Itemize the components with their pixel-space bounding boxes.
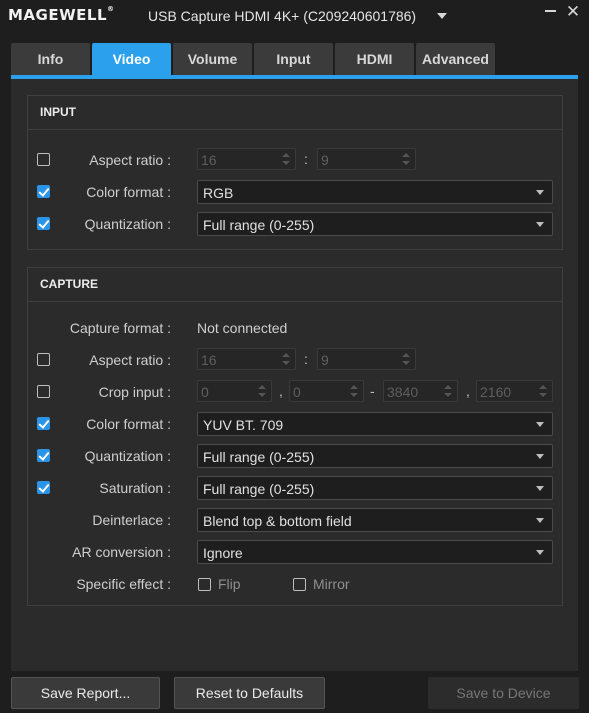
tab-info[interactable]: Info — [11, 43, 90, 75]
dropdown-arrow-icon — [536, 486, 544, 491]
tab-hdmi[interactable]: HDMI — [335, 43, 414, 75]
dropdown-arrow-icon — [536, 222, 544, 227]
close-icon[interactable]: ✕ — [564, 3, 582, 21]
ratio-separator: : — [304, 151, 308, 167]
saturation-checkbox[interactable] — [37, 481, 50, 494]
input-aspect-ratio-row: Aspect ratio : 16 : 9 — [28, 148, 564, 172]
tab-volume[interactable]: Volume — [173, 43, 252, 75]
capture-format-row: Capture format : Not connected — [28, 316, 564, 340]
reset-to-defaults-button[interactable]: Reset to Defaults — [174, 677, 325, 709]
tab-advanced[interactable]: Advanced — [416, 43, 495, 75]
input-aspect-ratio-checkbox[interactable] — [37, 153, 50, 166]
capture-color-format-row: Color format : YUV BT. 709 — [28, 412, 564, 436]
spin-up-icon — [539, 385, 547, 389]
settings-window: MAGEWELL® USB Capture HDMI 4K+ (C2092406… — [0, 0, 589, 713]
crop-x-spinbox[interactable]: 0 — [197, 380, 272, 402]
spin-down-icon — [539, 393, 547, 397]
input-aspect-height-spinbox[interactable]: 9 — [317, 148, 416, 170]
capture-format-value: Not connected — [197, 320, 288, 336]
capture-quantization-label: Quantization : — [84, 448, 171, 464]
input-color-format-checkbox[interactable] — [37, 185, 50, 198]
dropdown-arrow-icon — [536, 454, 544, 459]
ratio-separator: : — [304, 351, 308, 367]
capture-aspect-ratio-row: Aspect ratio : 16 : 9 — [28, 348, 564, 372]
page-background — [0, 713, 589, 720]
spin-down-icon — [402, 361, 410, 365]
capture-quantization-checkbox[interactable] — [37, 449, 50, 462]
saturation-select[interactable]: Full range (0-255) — [197, 476, 553, 500]
video-settings-panel: INPUT Aspect ratio : 16 : 9 Color format… — [11, 79, 578, 671]
capture-color-format-select[interactable]: YUV BT. 709 — [197, 412, 553, 436]
crop-separator-comma: , — [279, 383, 283, 399]
spin-up-icon — [444, 385, 452, 389]
capture-aspect-ratio-checkbox[interactable] — [37, 353, 50, 366]
minimize-icon[interactable] — [545, 10, 556, 12]
specific-effect-label: Specific effect : — [76, 576, 171, 592]
input-aspect-width-spinbox[interactable]: 16 — [197, 148, 296, 170]
dropdown-arrow-icon — [536, 550, 544, 555]
ar-conversion-select[interactable]: Ignore — [197, 540, 553, 564]
spin-up-icon — [282, 153, 290, 157]
dropdown-arrow-icon — [536, 422, 544, 427]
crop-height-spinbox[interactable]: 2160 — [476, 380, 553, 402]
spin-down-icon — [444, 393, 452, 397]
save-to-device-button[interactable]: Save to Device — [428, 677, 579, 709]
spin-down-icon — [282, 161, 290, 165]
capture-color-format-label: Color format : — [86, 416, 171, 432]
chevron-down-icon[interactable] — [437, 13, 447, 19]
spin-up-icon — [258, 385, 266, 389]
tab-input[interactable]: Input — [254, 43, 333, 75]
capture-group: CAPTURE Capture format : Not connected A… — [27, 267, 563, 606]
saturation-row: Saturation : Full range (0-255) — [28, 476, 564, 500]
spin-down-icon — [350, 393, 358, 397]
magewell-logo: MAGEWELL® — [8, 5, 115, 24]
deinterlace-label: Deinterlace : — [92, 512, 171, 528]
crop-separator-comma: , — [466, 383, 470, 399]
tab-video[interactable]: Video — [92, 43, 171, 75]
crop-input-label: Crop input : — [98, 384, 171, 400]
capture-format-label: Capture format : — [69, 320, 171, 336]
capture-quantization-row: Quantization : Full range (0-255) — [28, 444, 564, 468]
action-bar: Save Report... Reset to Defaults Save to… — [0, 671, 589, 713]
deinterlace-row: Deinterlace : Blend top & bottom field — [28, 508, 564, 532]
capture-aspect-width-spinbox[interactable]: 16 — [197, 348, 296, 370]
input-quantization-label: Quantization : — [84, 216, 171, 232]
input-group-header: INPUT — [28, 96, 562, 130]
capture-group-header: CAPTURE — [28, 268, 562, 302]
crop-input-checkbox[interactable] — [37, 385, 50, 398]
save-report-button[interactable]: Save Report... — [11, 677, 160, 709]
dropdown-arrow-icon — [536, 190, 544, 195]
dropdown-arrow-icon — [536, 518, 544, 523]
input-quantization-select[interactable]: Full range (0-255) — [197, 212, 553, 236]
deinterlace-select[interactable]: Blend top & bottom field — [197, 508, 553, 532]
ar-conversion-label: AR conversion : — [72, 544, 171, 560]
spin-up-icon — [350, 385, 358, 389]
capture-quantization-select[interactable]: Full range (0-255) — [197, 444, 553, 468]
ar-conversion-row: AR conversion : Ignore — [28, 540, 564, 564]
crop-input-row: Crop input : 0 , 0 - 3840 , 2160 — [28, 380, 564, 404]
input-color-format-select[interactable]: RGB — [197, 180, 553, 204]
input-color-format-row: Color format : RGB — [28, 180, 564, 204]
device-selector-label[interactable]: USB Capture HDMI 4K+ (C209240601786) — [148, 8, 416, 24]
capture-color-format-checkbox[interactable] — [37, 417, 50, 430]
input-quantization-checkbox[interactable] — [37, 217, 50, 230]
spin-down-icon — [402, 161, 410, 165]
spin-up-icon — [402, 353, 410, 357]
input-quantization-row: Quantization : Full range (0-255) — [28, 212, 564, 236]
spin-down-icon — [258, 393, 266, 397]
input-group: INPUT Aspect ratio : 16 : 9 Color format… — [27, 95, 563, 250]
capture-aspect-height-spinbox[interactable]: 9 — [317, 348, 416, 370]
input-aspect-ratio-label: Aspect ratio : — [89, 152, 171, 168]
specific-effect-row: Specific effect : Flip Mirror — [76, 576, 350, 592]
spin-up-icon — [282, 353, 290, 357]
crop-separator-dash: - — [370, 383, 375, 399]
spin-down-icon — [282, 361, 290, 365]
title-bar: MAGEWELL® USB Capture HDMI 4K+ (C2092406… — [0, 0, 589, 32]
input-color-format-label: Color format : — [86, 184, 171, 200]
saturation-label: Saturation : — [99, 480, 171, 496]
capture-aspect-ratio-label: Aspect ratio : — [89, 352, 171, 368]
spin-up-icon — [402, 153, 410, 157]
crop-width-spinbox[interactable]: 3840 — [383, 380, 458, 402]
crop-y-spinbox[interactable]: 0 — [289, 380, 364, 402]
